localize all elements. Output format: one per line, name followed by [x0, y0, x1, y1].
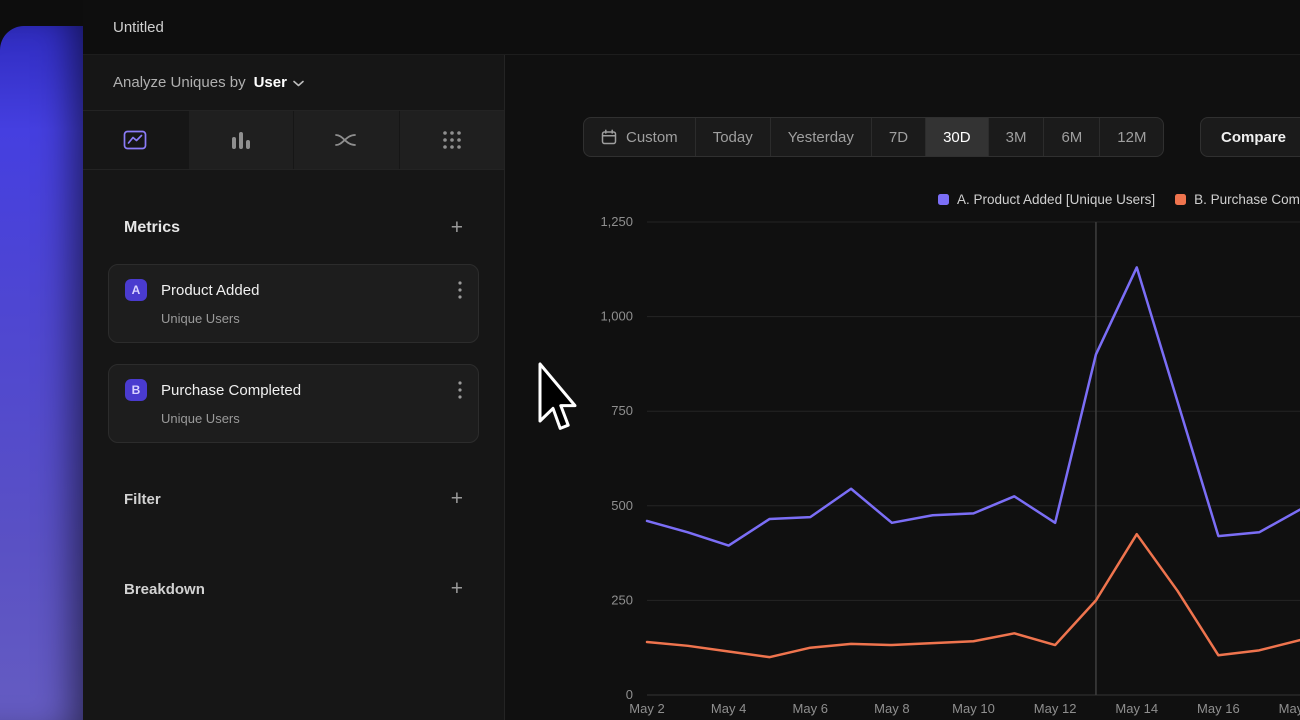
series-line-B[interactable]	[647, 534, 1300, 657]
metric-measure[interactable]: Unique Users	[161, 311, 462, 326]
metric-name[interactable]: Product Added	[161, 282, 458, 299]
filter-title: Filter	[124, 491, 161, 508]
add-breakdown-button[interactable]: +	[451, 579, 463, 599]
tab-bar-chart[interactable]	[188, 111, 294, 169]
y-axis-label: 1,250	[600, 214, 633, 229]
visualization-tabs	[83, 111, 504, 170]
x-axis-label: May 8	[874, 701, 909, 716]
flows-icon	[334, 131, 358, 149]
metric-name[interactable]: Purchase Completed	[161, 382, 458, 399]
x-axis-label: May 10	[952, 701, 995, 716]
report-title[interactable]: Untitled	[113, 19, 164, 36]
query-sidebar: Analyze Uniques by User	[83, 55, 505, 720]
x-axis-label: May 6	[793, 701, 828, 716]
y-axis-label: 500	[611, 498, 633, 513]
metric-card-a[interactable]: A Product Added Unique Users	[108, 264, 479, 343]
metrics-header: Metrics +	[108, 216, 479, 240]
analyze-label: Analyze Uniques by	[113, 74, 246, 91]
line-chart-icon	[123, 130, 147, 150]
x-axis-label: May 12	[1034, 701, 1077, 716]
breakdown-title: Breakdown	[124, 581, 205, 598]
bar-chart-icon	[230, 130, 252, 150]
x-axis-label: May 14	[1115, 701, 1158, 716]
metric-options-kebab-icon[interactable]	[458, 381, 462, 399]
top-bar: Untitled	[83, 0, 1300, 55]
add-filter-button[interactable]: +	[451, 489, 463, 509]
metric-badge-b: B	[125, 379, 147, 401]
chart-panel: Custom Today Yesterday 7D 30D 3M 6M 12M …	[505, 55, 1300, 720]
x-axis-label: May 4	[711, 701, 746, 716]
metrics-title: Metrics	[124, 219, 180, 237]
add-metric-button[interactable]: +	[451, 218, 463, 238]
analyze-by-dropdown[interactable]: User	[254, 74, 304, 91]
y-axis-label: 750	[611, 403, 633, 418]
metric-badge-a: A	[125, 279, 147, 301]
y-axis-label: 0	[626, 687, 633, 702]
tab-retention[interactable]	[399, 111, 505, 169]
metric-measure[interactable]: Unique Users	[161, 411, 462, 426]
workspace-edge-panel	[0, 26, 83, 720]
x-axis-label: May 18	[1279, 701, 1300, 716]
metric-options-kebab-icon[interactable]	[458, 281, 462, 299]
series-line-A[interactable]	[647, 267, 1300, 545]
dots-grid-icon	[441, 129, 463, 151]
line-chart[interactable]: 0 250 500 750 1,000 1,250 May 2 May 4 May 6 May 8…	[505, 55, 1300, 720]
x-axis-label: May 16	[1197, 701, 1240, 716]
y-axis-label: 1,000	[600, 309, 633, 324]
y-axis-label: 250	[611, 592, 633, 607]
tab-flows[interactable]	[293, 111, 399, 169]
metric-card-b[interactable]: B Purchase Completed Unique Users	[108, 364, 479, 443]
chevron-down-icon	[293, 80, 304, 87]
analyze-by-value: User	[254, 74, 287, 91]
x-axis-label: May 2	[629, 701, 664, 716]
filter-header: Filter +	[108, 487, 479, 511]
metrics-section: Metrics + A Product Added Unique Users B…	[83, 216, 504, 601]
breakdown-header: Breakdown +	[108, 577, 479, 601]
tab-insights[interactable]	[83, 111, 188, 169]
analyze-row: Analyze Uniques by User	[83, 55, 504, 111]
